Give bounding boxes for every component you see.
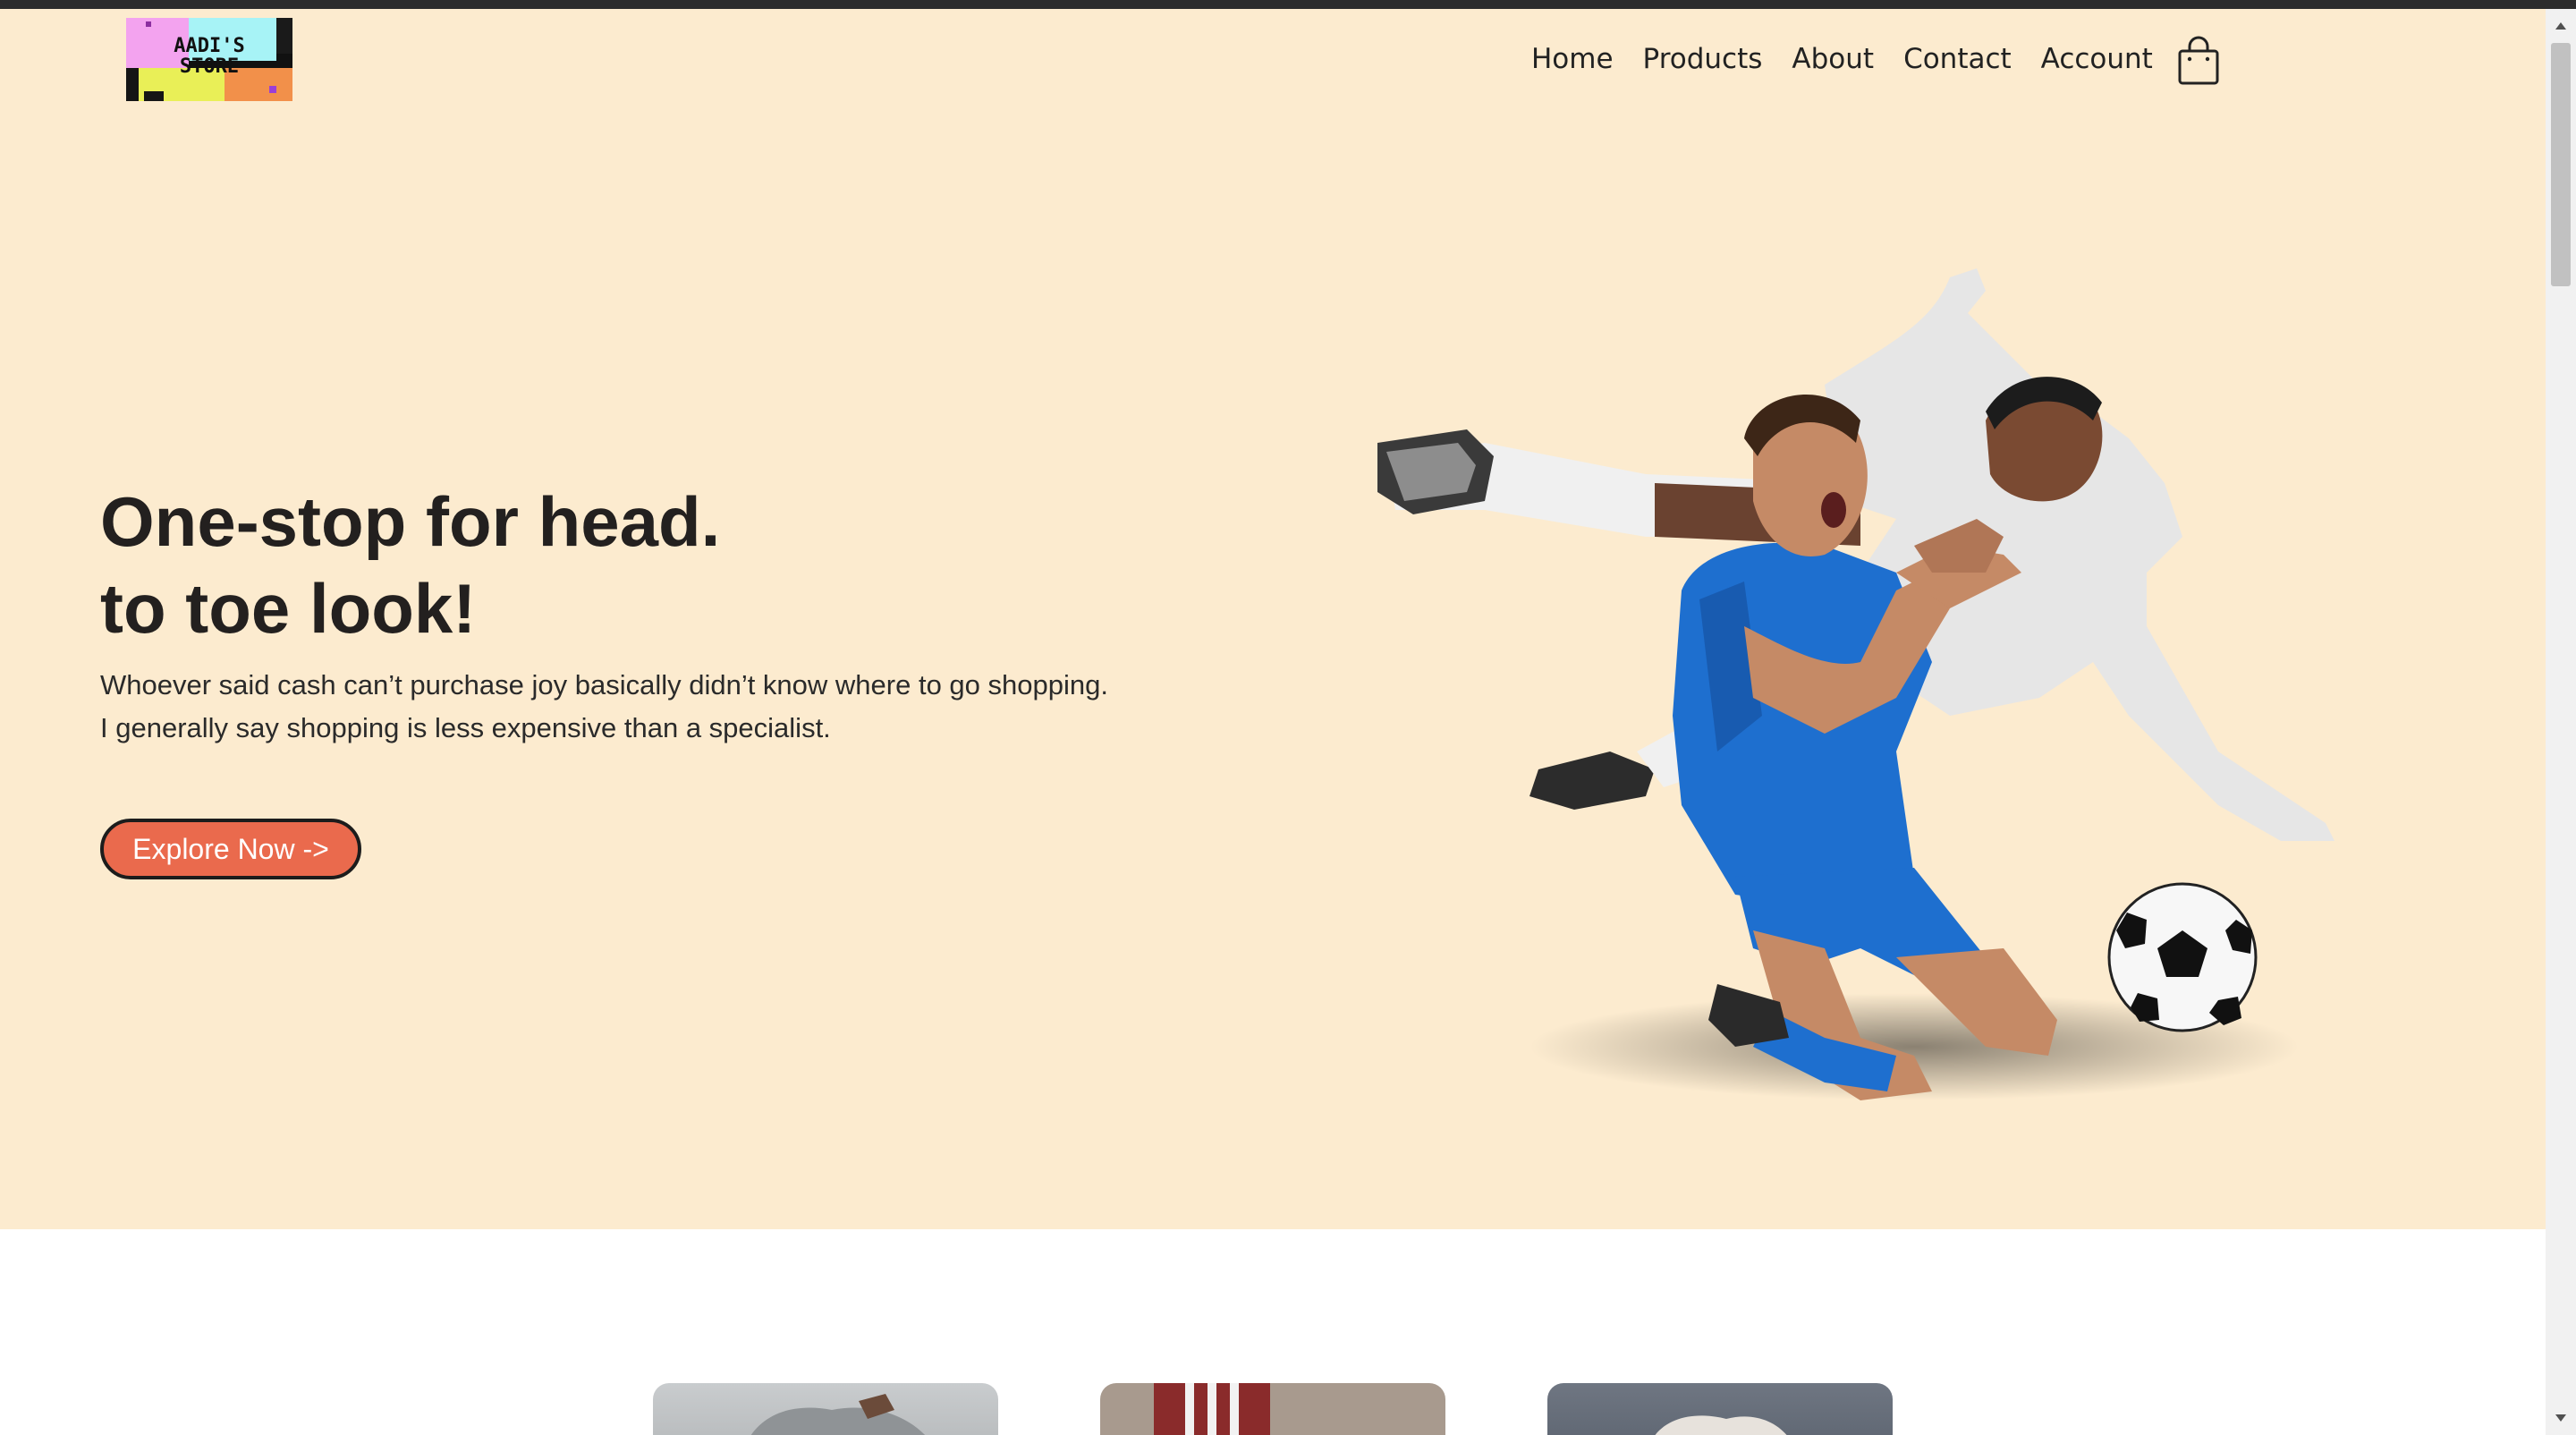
shopping-bag-icon[interactable] [2177, 36, 2220, 86]
nav-home[interactable]: Home [1531, 43, 1614, 75]
nav-contact[interactable]: Contact [1903, 43, 2012, 75]
browser-top-edge [0, 0, 2576, 9]
store-logo[interactable]: AADI'S STORE [126, 18, 292, 101]
card-fashion-photo-1[interactable] [653, 1383, 998, 1435]
headline-line-2: to toe look! [100, 569, 477, 648]
nav-account[interactable]: Account [2041, 43, 2153, 75]
featured-cards-section [0, 1229, 2546, 1435]
scrollbar-thumb[interactable] [2551, 43, 2571, 286]
main-nav: Home Products About Contact Account [1531, 43, 2182, 75]
nav-about[interactable]: About [1792, 43, 1874, 75]
card-fashion-photo-2[interactable] [1100, 1383, 1445, 1435]
hero-section: AADI'S STORE Home Products About Contact… [0, 9, 2546, 1229]
headline-line-1: One-stop for head. [100, 482, 721, 561]
explore-now-button[interactable]: Explore Now -> [100, 819, 361, 879]
football-players-photo [1360, 250, 2415, 1127]
card-fashion-photo-3[interactable] [1547, 1383, 1893, 1435]
nav-products[interactable]: Products [1643, 43, 1763, 75]
logo-text: AADI'S STORE [174, 35, 245, 78]
subcopy-line-1: Whoever said cash can’t purchase joy bas… [100, 669, 1108, 701]
hero-headline: One-stop for head. to toe look! [100, 479, 1174, 652]
scroll-down-arrow-icon[interactable] [2546, 1405, 2576, 1431]
scroll-up-arrow-icon[interactable] [2546, 13, 2576, 39]
page-scrollbar[interactable] [2546, 9, 2576, 1435]
subcopy-line-2: I generally say shopping is less expensi… [100, 712, 831, 743]
page: AADI'S STORE Home Products About Contact… [0, 0, 2576, 1435]
hero-subcopy: Whoever said cash can’t purchase joy bas… [100, 664, 1263, 750]
